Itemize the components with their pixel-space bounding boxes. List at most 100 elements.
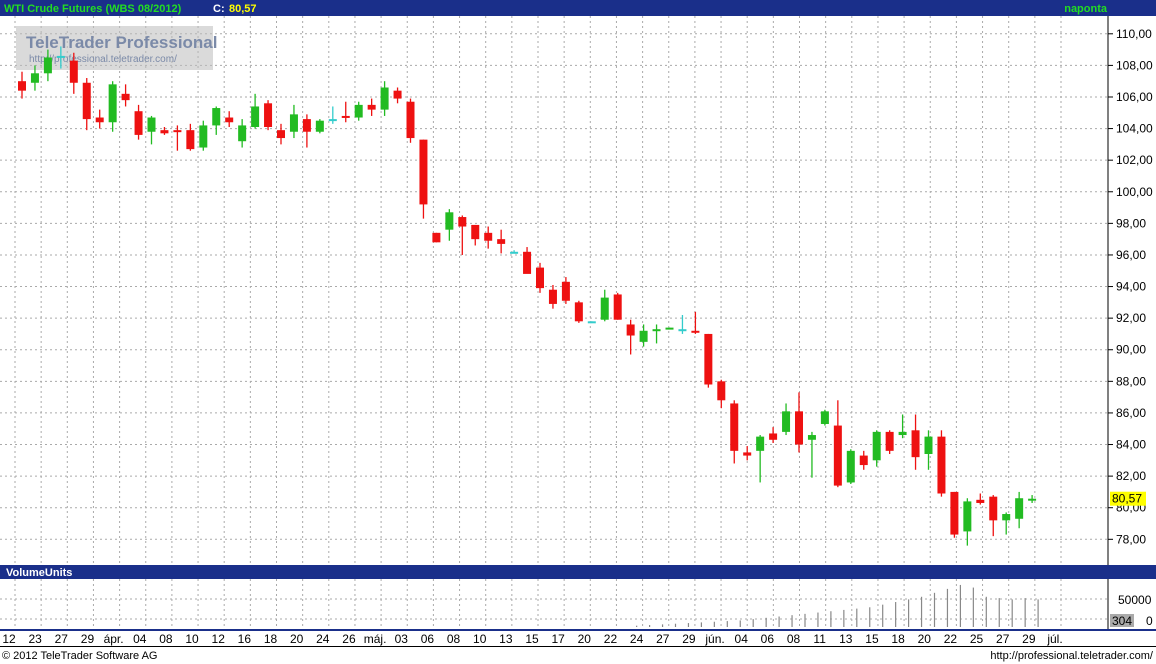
candle-body [587, 321, 596, 324]
candle-body [846, 450, 855, 483]
candle-body [795, 411, 803, 445]
candle-body [989, 496, 998, 521]
candle-body [691, 330, 700, 333]
date-tick-label: 06 [761, 632, 775, 646]
candle-body [43, 57, 52, 74]
candle [820, 409, 829, 426]
candle-body [963, 501, 972, 532]
date-axis: 12 23 27 29 ápr. 04 08 10 12 16 18 20 24 26 máj. 03 06 08… [2, 632, 1062, 646]
candle-body [536, 267, 544, 289]
candle-body [134, 111, 143, 135]
date-tick-label: 06 [421, 632, 435, 646]
date-tick-label: 27 [996, 632, 1010, 646]
volume-last-value: 304 [1112, 614, 1132, 628]
candle-body [782, 411, 791, 432]
candle-body [665, 327, 674, 330]
date-tick-label: 08 [159, 632, 173, 646]
candle-body [69, 60, 78, 83]
price-tick-label: 98,00 [1116, 216, 1146, 230]
candle-body [95, 117, 104, 123]
candle-body [367, 104, 376, 110]
candle-body [626, 324, 635, 336]
date-tick-label: 03 [395, 632, 409, 646]
volume-tick-label: 50000 [1118, 593, 1152, 607]
date-tick-label: 11 [813, 632, 826, 646]
candle-body [1028, 498, 1037, 501]
candle-body [173, 130, 182, 133]
footer-copyright: © 2012 TeleTrader Software AG [2, 650, 157, 662]
candle-body [600, 297, 609, 320]
candle-body [302, 119, 311, 132]
candle-body [510, 251, 519, 254]
candle-body [393, 90, 402, 99]
date-tick-label: ápr. [104, 632, 124, 646]
footer-separator [0, 646, 1156, 647]
candle-body [199, 125, 208, 148]
date-tick-label: 15 [525, 632, 539, 646]
price-tick-label: 96,00 [1116, 248, 1146, 262]
price-plot: TeleTrader Professional http://professio… [0, 16, 1108, 565]
candle-body [30, 73, 39, 83]
candle-body [328, 119, 337, 122]
close-value: 80,57 [229, 3, 257, 15]
last-price-marker: 80,57 [1110, 491, 1146, 506]
candle-body [652, 329, 661, 332]
candle-body [976, 499, 985, 503]
date-tick-label: 12 [2, 632, 16, 646]
date-tick-label: 12 [212, 632, 226, 646]
candle-body [108, 84, 117, 123]
candle-body [950, 491, 959, 535]
candle-body [704, 333, 713, 385]
price-tick-label: 92,00 [1116, 311, 1146, 325]
date-tick-label: 13 [839, 632, 853, 646]
candle-body [277, 130, 285, 139]
chart: WTI Crude Futures (WBS 08/2012) C: 80,57… [0, 0, 1156, 662]
date-tick-label: 29 [1022, 632, 1036, 646]
candle [432, 232, 441, 243]
price-tick-label: 108,00 [1116, 58, 1153, 72]
candle-body [147, 117, 156, 132]
price-tick-label: 78,00 [1116, 532, 1146, 546]
date-tick-label: 20 [578, 632, 592, 646]
candle-body [432, 232, 441, 243]
candle-body [238, 125, 247, 142]
candle-body [264, 103, 273, 127]
candle-body [458, 217, 467, 227]
date-tick-label: 22 [604, 632, 618, 646]
candle-body [885, 431, 894, 451]
panel-separator [0, 565, 1156, 567]
candle-body [160, 130, 169, 134]
volume-title: VolumeUnits [6, 567, 72, 579]
candle-body [730, 403, 739, 451]
price-tick-label: 106,00 [1116, 90, 1153, 104]
candle-body [898, 431, 907, 436]
candle [315, 119, 324, 134]
date-tick-label: 25 [970, 632, 984, 646]
candle-body [574, 302, 583, 322]
candle [665, 327, 674, 330]
candle [587, 321, 596, 324]
candle-body [820, 411, 829, 424]
date-tick-label: 29 [682, 632, 696, 646]
candle-body [419, 139, 428, 205]
candle-body [833, 425, 842, 486]
candle-body [82, 82, 91, 120]
date-tick-label: júl. [1046, 632, 1062, 646]
candle-body [315, 120, 324, 132]
volume-zero-label: 0 [1146, 614, 1153, 628]
candle-body [484, 232, 493, 241]
candle-body [1002, 514, 1011, 521]
candle-body [769, 433, 778, 440]
candle-body [121, 93, 130, 101]
price-tick-label: 84,00 [1116, 438, 1146, 452]
candle [613, 292, 622, 320]
candle [950, 491, 959, 538]
date-tick-label: 18 [264, 632, 278, 646]
candle-body [872, 431, 881, 461]
price-tick-label: 86,00 [1116, 406, 1146, 420]
candle-body [380, 87, 389, 110]
candle-body [743, 452, 752, 456]
candle [704, 333, 713, 388]
candle [846, 449, 855, 485]
price-tick-label: 82,00 [1116, 469, 1146, 483]
